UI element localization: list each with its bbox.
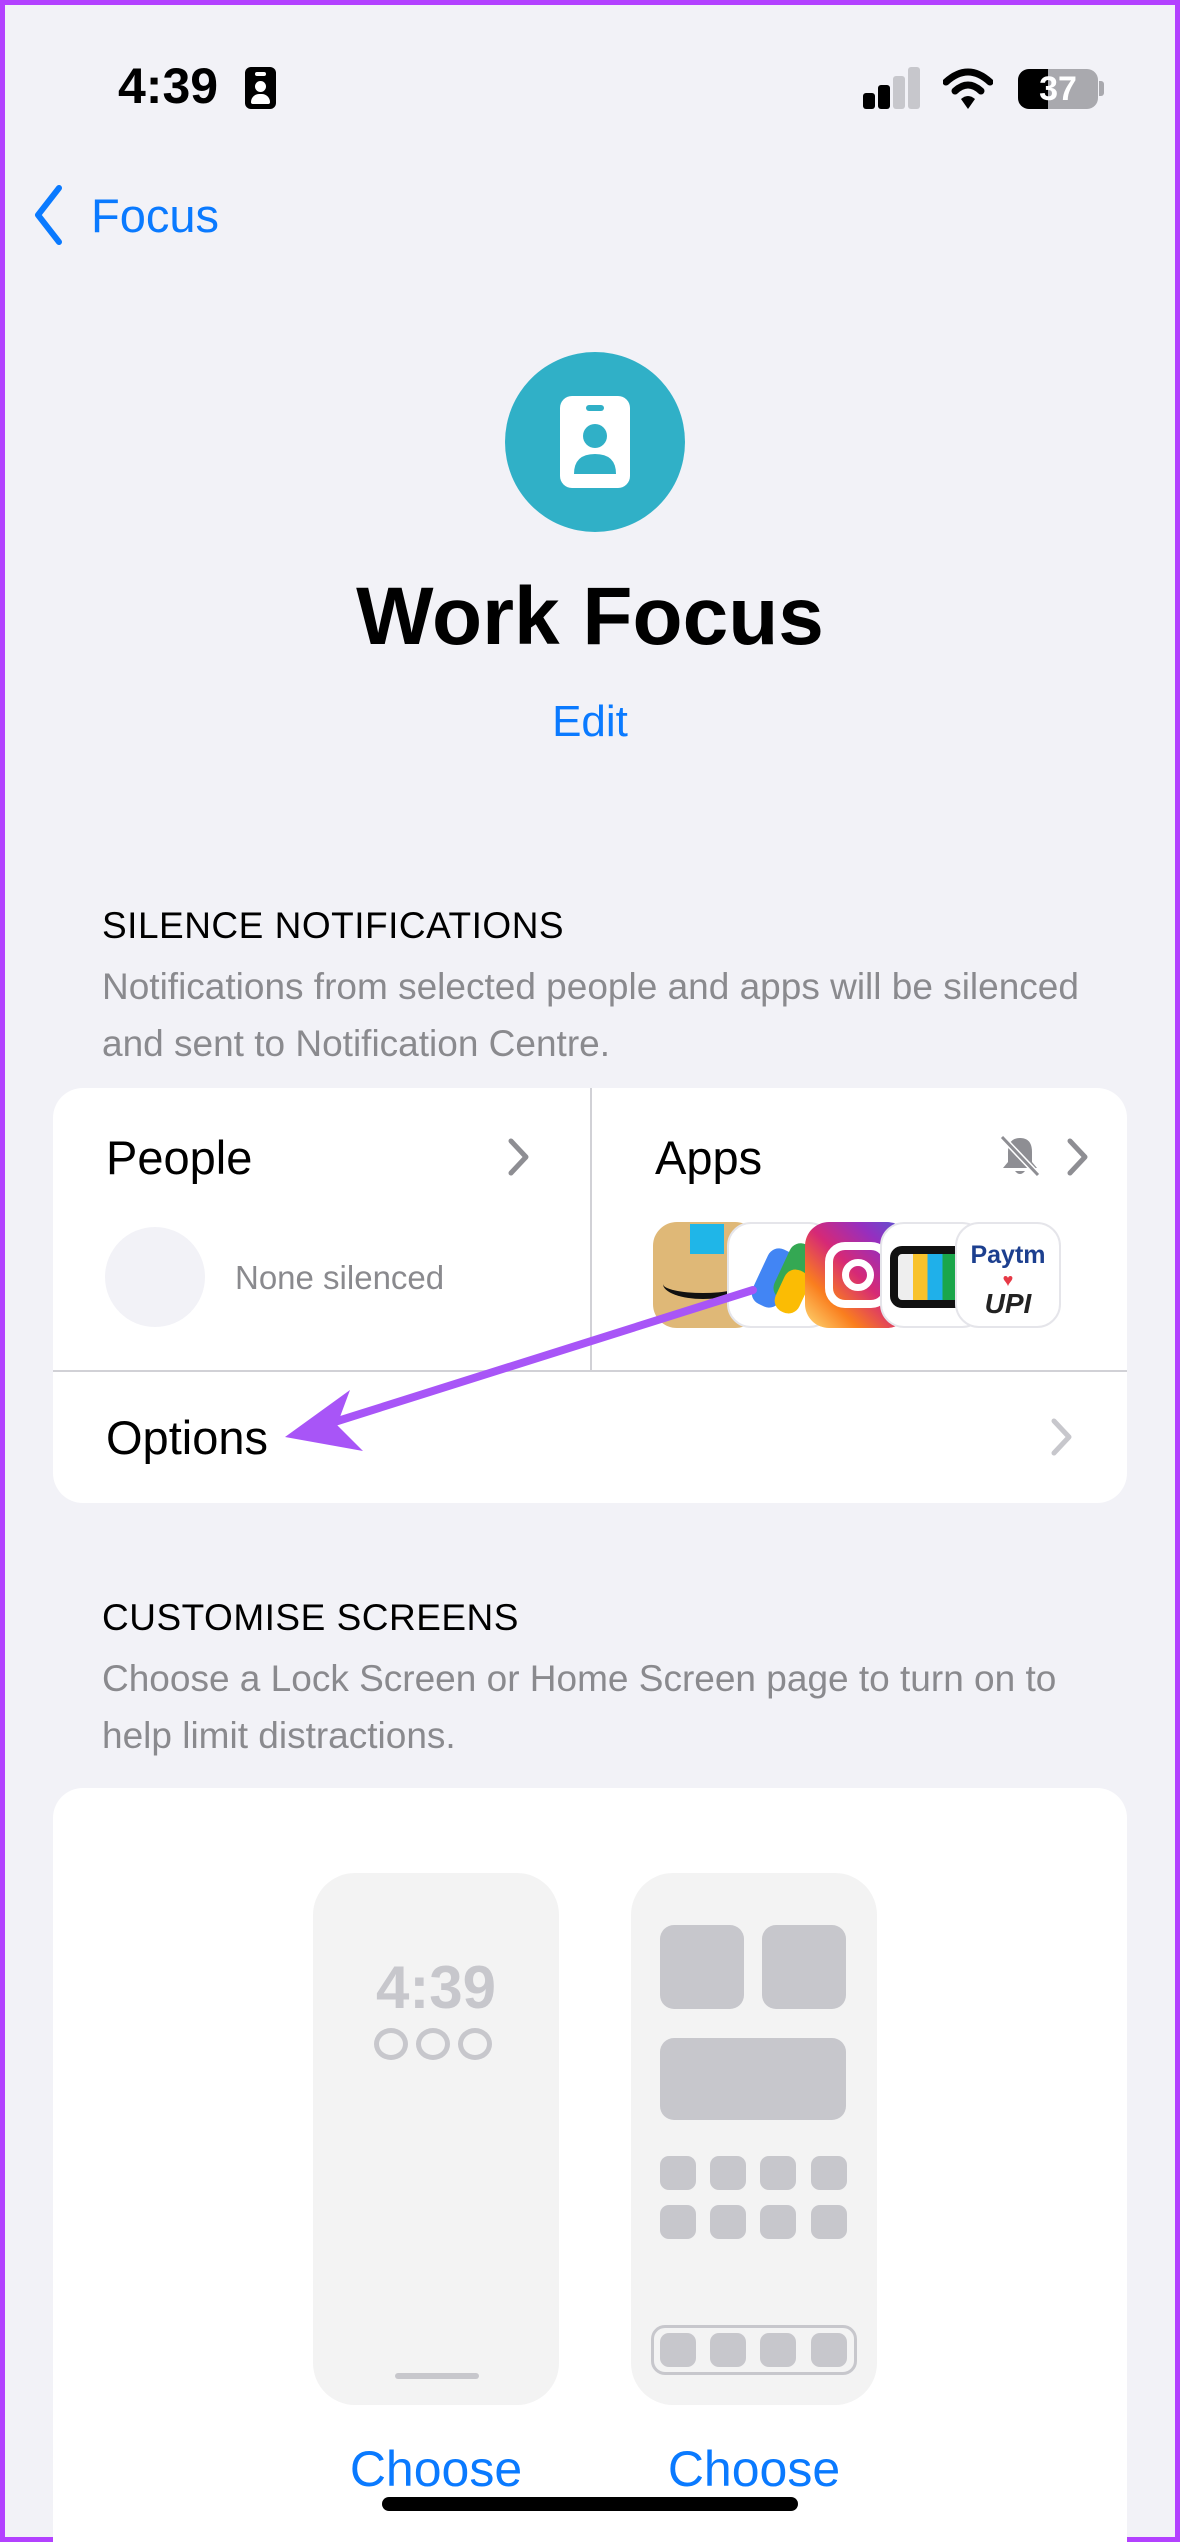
customise-card [53,1788,1127,2542]
section-header: CUSTOMISE SCREENS [102,1597,519,1638]
choose-lock-screen-button[interactable]: Choose [286,2440,586,2498]
dock-preview [651,2325,857,2375]
section-description: Choose a Lock Screen or Home Screen page… [102,1658,1057,1756]
home-screen-preview[interactable] [631,1873,877,2405]
lock-widgets [374,2028,492,2060]
choose-home-screen-button[interactable]: Choose [604,2440,904,2498]
lock-preview-time: 4:39 [375,1954,497,2021]
lock-screen-preview[interactable]: 4:39 [313,1873,559,2405]
annotation-arrow [285,1286,757,1451]
home-indicator-preview [395,2373,479,2379]
home-indicator[interactable] [382,2497,798,2511]
